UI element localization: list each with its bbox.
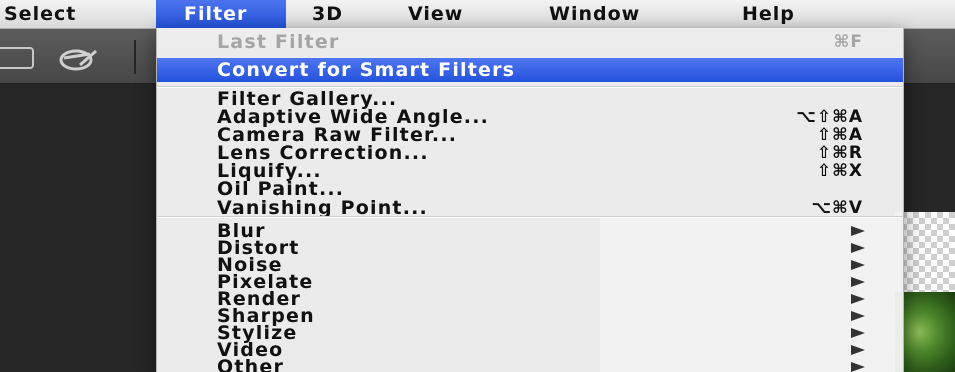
menu-help[interactable]: Help <box>726 0 846 28</box>
menu-item-label: Other <box>217 355 285 372</box>
menu-item-oil-paint[interactable]: Oil Paint... <box>157 178 903 200</box>
submenu-arrow-icon <box>851 259 865 270</box>
menu-filter[interactable]: Filter <box>156 0 286 28</box>
menu-select[interactable]: Select <box>0 0 156 28</box>
photoshop-window: Select Filter 3D View Window Help Last F… <box>0 0 955 372</box>
submenu-arrow-icon <box>851 293 865 304</box>
brush-icon[interactable] <box>54 45 102 73</box>
menu-item-convert-for-smart-filters[interactable]: Convert for Smart Filters <box>157 58 903 82</box>
transparency-checkerboard <box>895 212 955 292</box>
submenu-arrow-icon <box>851 327 865 338</box>
menu-item-shortcut: ⇧⌘X <box>816 161 863 181</box>
menu-divider <box>157 216 903 218</box>
menu-item-vanishing-point[interactable]: Vanishing Point... ⌥⌘V <box>157 197 903 219</box>
submenu-arrow-icon <box>851 225 865 236</box>
menu-item-shortcut: ⇧⌘A <box>816 125 863 145</box>
menu-item-shortcut: ⌘F <box>833 32 863 52</box>
menu-item-last-filter: Last Filter ⌘F <box>157 30 903 54</box>
menu-3d[interactable]: 3D <box>286 0 386 28</box>
canvas-photo <box>895 292 955 372</box>
tool-preset-icon[interactable] <box>0 47 34 69</box>
menu-item-other[interactable]: Other <box>157 355 903 372</box>
menu-window[interactable]: Window <box>521 0 726 28</box>
submenu-arrow-icon <box>851 310 865 321</box>
submenu-arrow-icon <box>851 242 865 253</box>
menu-item-shortcut: ⇧⌘R <box>816 143 863 163</box>
menu-item-shortcut: ⌥⇧⌘A <box>796 107 863 127</box>
filter-dropdown-menu: Last Filter ⌘F Convert for Smart Filters… <box>156 28 904 372</box>
submenu-arrow-icon <box>851 344 865 355</box>
submenu-arrow-icon <box>851 361 865 372</box>
menu-item-label: Last Filter <box>217 31 340 53</box>
menu-view[interactable]: View <box>386 0 521 28</box>
menu-item-label: Convert for Smart Filters <box>217 59 516 81</box>
toolbar-separator <box>134 40 136 74</box>
menu-item-shortcut: ⌥⌘V <box>811 198 863 218</box>
menu-bar: Select Filter 3D View Window Help <box>0 0 955 29</box>
submenu-arrow-icon <box>851 276 865 287</box>
